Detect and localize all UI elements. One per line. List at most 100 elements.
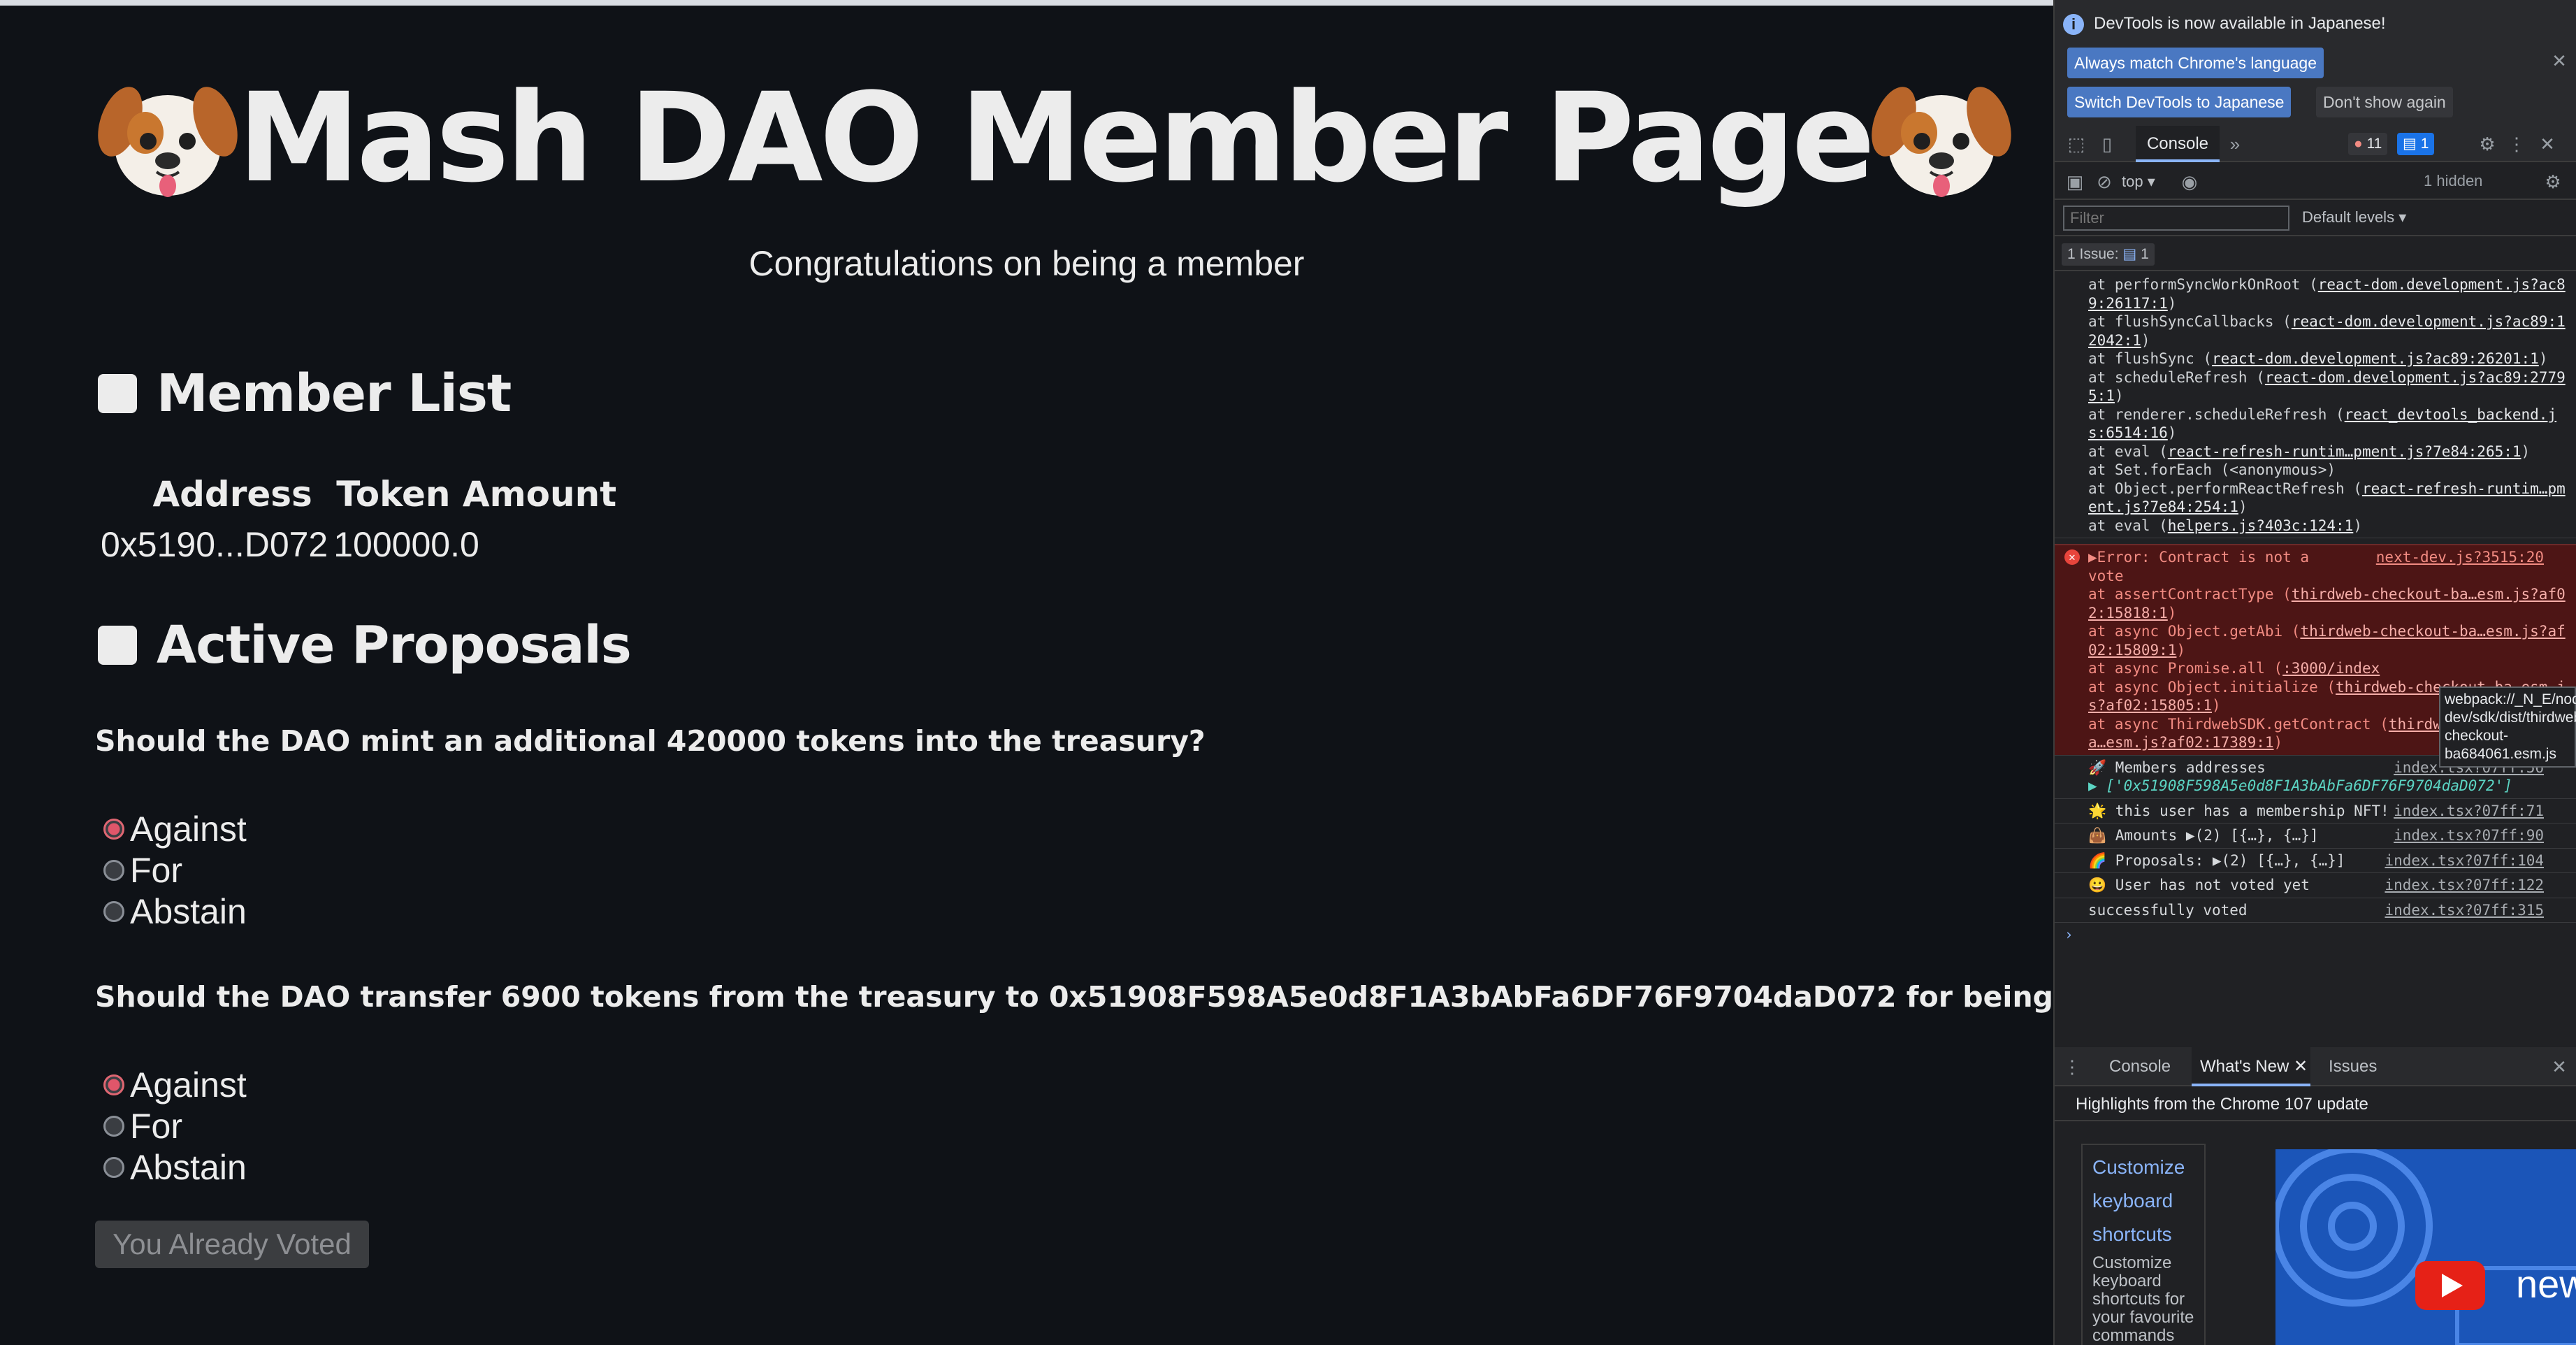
vote-option-for[interactable]: For	[103, 1105, 247, 1146]
log-entry[interactable]: index.tsx?07ff:104 🌈 Proposals: ▶(2) [{……	[2055, 849, 2576, 873]
devtools-tab-bar: ⬚ ▯ Console » ● 11 ▤ 1 ⚙ ⋮ ✕	[2055, 126, 2576, 162]
log-entry[interactable]: index.tsx?07ff:71 🌟 this user has a memb…	[2055, 799, 2576, 823]
issues-label: 1 Issue:	[2067, 246, 2119, 262]
already-voted-button[interactable]: You Already Voted	[95, 1221, 369, 1268]
close-tab-icon[interactable]: ✕	[2294, 1057, 2308, 1076]
log-levels-select[interactable]: Default levels ▾	[2302, 208, 2406, 226]
console-prompt[interactable]: ›	[2055, 923, 2576, 947]
stack-line: at flushSyncCallbacks (react-dom.develop…	[2088, 313, 2566, 349]
stack-line: at Set.forEach (<anonymous>)	[2088, 461, 2336, 478]
eye-icon[interactable]: ◉	[2178, 171, 2201, 192]
column-header-token-amount: Token Amount	[336, 474, 617, 515]
log-entry[interactable]: index.tsx?07ff:122 😀 User has not voted …	[2055, 873, 2576, 898]
play-button[interactable]	[2415, 1261, 2485, 1310]
stack-link[interactable]: :3000/index	[2282, 660, 2380, 677]
filter-input[interactable]	[2063, 206, 2289, 231]
close-icon[interactable]: ✕	[2537, 134, 2558, 154]
vote-option-abstain[interactable]: Abstain	[103, 1146, 247, 1188]
more-tabs-icon[interactable]: »	[2227, 134, 2243, 154]
devtools-panel: i DevTools is now available in Japanese!…	[2053, 0, 2576, 1345]
context-value: top	[2122, 173, 2143, 190]
member-list-heading: Member List	[98, 364, 512, 424]
member-table: Address Token Amount 0x5190...D072 10000…	[98, 474, 622, 565]
vote-option-against[interactable]: Against	[103, 808, 247, 849]
log-source-link[interactable]: index.tsx?07ff:71	[2394, 802, 2544, 821]
option-label: Against	[130, 809, 247, 849]
subtitle: Congratulations on being a member	[748, 244, 1305, 283]
option-label: Against	[130, 1065, 247, 1105]
proposal-question: Should the DAO transfer 6900 tokens from…	[95, 980, 2231, 1014]
drawer-menu-icon[interactable]: ⋮	[2063, 1056, 2081, 1077]
log-entry[interactable]: index.tsx?07ff:315 successfully voted	[2055, 898, 2576, 923]
video-thumbnail[interactable]: new	[2275, 1149, 2576, 1345]
vote-option-against[interactable]: Against	[103, 1064, 247, 1105]
log-source-link[interactable]: index.tsx?07ff:122	[2385, 876, 2544, 895]
gear-icon[interactable]: ⚙	[2477, 134, 2498, 154]
radio-button[interactable]	[103, 1156, 124, 1178]
error-dot-icon: ●	[2354, 136, 2363, 152]
feature-card[interactable]: Customize keyboard shortcuts Customize k…	[2081, 1144, 2206, 1345]
radio-button[interactable]	[103, 1115, 124, 1137]
stack-link[interactable]: helpers.js?403c:124:1	[2168, 517, 2354, 534]
console-settings-icon[interactable]: ⚙	[2542, 171, 2563, 192]
console-toolbar: ▣ ⊘ top ▾ ◉ 1 hidden ⚙	[2055, 164, 2576, 200]
kebab-menu-icon[interactable]: ⋮	[2506, 134, 2527, 154]
proposal-question: Should the DAO mint an additional 420000…	[95, 724, 1206, 758]
log-array[interactable]: ▶ ['0x51908F598A5e0d8F1A3bAbFa6DF76F9704…	[2088, 777, 2566, 796]
log-source-link[interactable]: index.tsx?07ff:104	[2385, 851, 2544, 870]
option-label: Abstain	[130, 1147, 247, 1187]
radio-button[interactable]	[103, 859, 124, 881]
drawer-tab-bar: ⋮ Console What's New ✕ Issues ✕	[2055, 1047, 2576, 1086]
close-drawer-icon[interactable]: ✕	[2549, 1056, 2569, 1077]
log-source-link[interactable]: next-dev.js?3515:20	[2376, 548, 2544, 567]
feature-title[interactable]: Customize keyboard shortcuts	[2092, 1151, 2194, 1251]
drawer-tab-label: What's New	[2200, 1057, 2289, 1076]
radio-button[interactable]	[103, 818, 124, 840]
log-text: 🌟 this user has a membership NFT!	[2088, 802, 2389, 819]
stack-line: at eval (helpers.js?403c:124:1)	[2088, 517, 2362, 534]
context-select[interactable]: top ▾	[2122, 171, 2155, 193]
close-icon[interactable]: ✕	[2549, 50, 2569, 71]
filter-row: Default levels ▾	[2055, 200, 2576, 236]
errors-badge[interactable]: ● 11	[2348, 133, 2388, 155]
drawer-tab-issues[interactable]: Issues	[2329, 1047, 2377, 1086]
dont-show-again-button[interactable]: Don't show again	[2316, 87, 2453, 117]
video-title-text: new	[2516, 1262, 2576, 1306]
vote-option-for[interactable]: For	[103, 849, 247, 891]
log-source-link[interactable]: index.tsx?07ff:315	[2385, 901, 2544, 920]
radio-button[interactable]	[103, 900, 124, 922]
log-source-link[interactable]: index.tsx?07ff:90	[2394, 826, 2544, 845]
stack-link[interactable]: react-dom.development.js?ac89:26201:1	[2212, 350, 2539, 367]
errors-count: 11	[2366, 136, 2382, 152]
issue-icon: ▤	[2122, 246, 2137, 262]
issues-button[interactable]: 1 Issue: ▤ 1	[2062, 243, 2155, 266]
device-toolbar-icon[interactable]: ▯	[2097, 134, 2118, 154]
issues-row: 1 Issue: ▤ 1	[2055, 238, 2576, 271]
member-address: 0x5190...D072	[101, 525, 328, 564]
radio-button[interactable]	[103, 1074, 124, 1095]
drawer-tab-whats-new[interactable]: What's New ✕	[2192, 1047, 2310, 1086]
log-entry[interactable]: index.tsx?07ff:90 👜 Amounts ▶(2) [{…}, {…	[2055, 823, 2576, 849]
drawer-tab-console[interactable]: Console	[2109, 1047, 2171, 1086]
table-row: 0x5190...D072 100000.0	[98, 524, 622, 565]
dog-emoji-icon	[98, 87, 238, 197]
error-icon: ✕	[2064, 549, 2080, 565]
tab-console[interactable]: Console	[2136, 126, 2220, 162]
error-text: ▶Error: Contract is not a vote	[2088, 549, 2310, 584]
stack-trace-block: at performSyncWorkOnRoot (react-dom.deve…	[2055, 273, 2576, 538]
stack-link[interactable]: react-refresh-runtim…pment.js?7e84:265:1	[2168, 443, 2521, 460]
clear-console-icon[interactable]: ⊘	[2094, 171, 2115, 192]
member-list-title: Member List	[157, 364, 512, 424]
stack-line: at async Promise.all (:3000/index	[2088, 660, 2380, 677]
issues-count: 1	[2141, 246, 2149, 262]
console-log: at performSyncWorkOnRoot (react-dom.deve…	[2055, 273, 2576, 1014]
sidebar-toggle-icon[interactable]: ▣	[2064, 171, 2085, 192]
member-token-amount: 100000.0	[333, 525, 479, 564]
vote-option-abstain[interactable]: Abstain	[103, 891, 247, 932]
messages-badge[interactable]: ▤ 1	[2397, 133, 2435, 155]
inspect-element-icon[interactable]: ⬚	[2066, 134, 2087, 154]
square-bullet-icon	[98, 374, 137, 413]
switch-japanese-button[interactable]: Switch DevTools to Japanese	[2067, 87, 2292, 117]
always-match-language-button[interactable]: Always match Chrome's language	[2067, 48, 2324, 78]
proposal-options: Against For Abstain	[103, 808, 247, 932]
